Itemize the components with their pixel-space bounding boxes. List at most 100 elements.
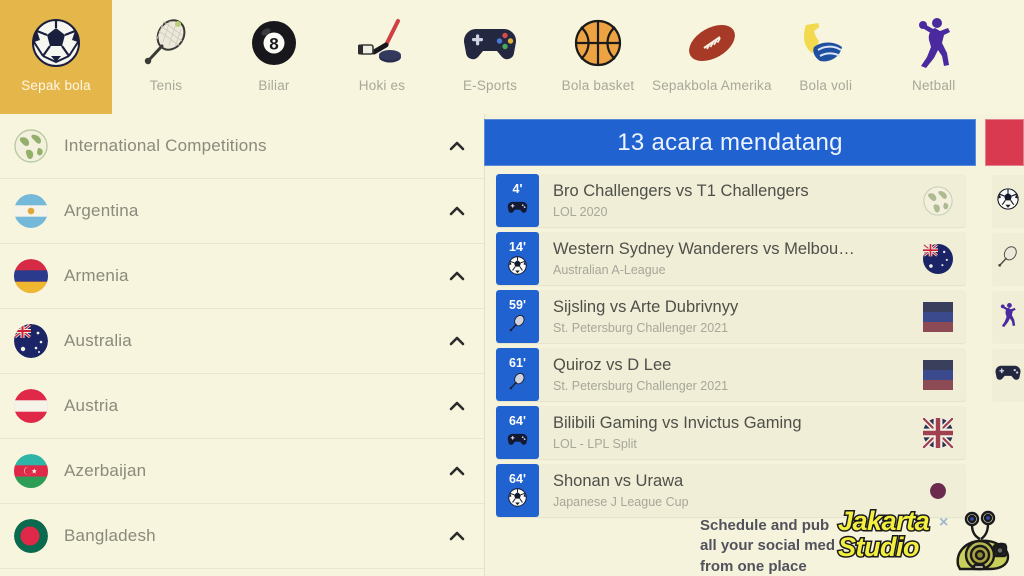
events-header: 13 acara mendatang xyxy=(484,119,976,166)
sidebar-item-label: Australia xyxy=(64,331,132,350)
rail-item-tennis[interactable] xyxy=(992,233,1024,286)
netball-player-icon xyxy=(902,14,966,72)
flag-argentina xyxy=(14,194,48,228)
event-title: Quiroz vs D Lee xyxy=(553,356,672,375)
rail-item-netball[interactable] xyxy=(992,291,1024,344)
sport-tab-label: Biliar xyxy=(258,78,290,93)
event-badge: 64' xyxy=(496,406,539,459)
flag-azerbaijan xyxy=(14,454,48,488)
sidebar-item-australia[interactable]: Australia xyxy=(0,309,484,374)
event-badge: 59' xyxy=(496,290,539,343)
american-football-icon xyxy=(680,14,744,72)
event-row[interactable]: 59' Sijsling vs Arte Dubrivnyy St. Peter… xyxy=(496,290,966,343)
sidebar-item-argentina[interactable]: Argentina xyxy=(0,179,484,244)
event-time: 4' xyxy=(512,182,523,197)
sport-tab-bola-voli[interactable]: Bola voli xyxy=(772,0,880,114)
chevron-up-icon[interactable] xyxy=(446,200,468,222)
event-time: 59' xyxy=(509,298,526,313)
chevron-up-icon[interactable] xyxy=(446,395,468,417)
rail-list xyxy=(992,175,1024,402)
chevron-up-icon[interactable] xyxy=(446,460,468,482)
chevron-up-icon[interactable] xyxy=(446,135,468,157)
sidebar-item-armenia[interactable]: Armenia xyxy=(0,244,484,309)
rail-item-soccer[interactable] xyxy=(992,175,1024,228)
gamepad-icon xyxy=(458,14,522,72)
watermark-text: Jakarta Studio xyxy=(836,506,931,562)
event-row[interactable]: 4' Bro Challengers vs T1 Challengers LOL… xyxy=(496,174,966,227)
event-title: Western Sydney Wanderers vs Melbou… xyxy=(553,240,855,259)
snail-mascot-icon xyxy=(950,509,1024,576)
basketball-icon xyxy=(566,14,630,72)
tennis-racket-icon xyxy=(134,14,198,72)
sport-tab-sepakbola-amerika[interactable]: Sepakbola Amerika xyxy=(652,0,772,114)
soccer-ball-icon xyxy=(997,188,1019,215)
event-info: Western Sydney Wanderers vs Melbou… Aust… xyxy=(539,232,910,285)
country-sidebar: International Competitions Argentina Arm… xyxy=(0,114,484,576)
event-badge: 61' xyxy=(496,348,539,401)
event-badge: 4' xyxy=(496,174,539,227)
sport-tab-esports[interactable]: E-Sports xyxy=(436,0,544,114)
tennis-racket-icon xyxy=(996,245,1020,274)
sidebar-item-label: Armenia xyxy=(64,266,129,285)
netball-player-icon xyxy=(997,302,1019,333)
sport-tab-label: Sepak bola xyxy=(21,78,91,93)
sidebar-item-austria[interactable]: Austria xyxy=(0,374,484,439)
rail-header xyxy=(985,119,1024,166)
event-info: Sijsling vs Arte Dubrivnyy St. Petersbur… xyxy=(539,290,910,343)
soccer-ball-icon xyxy=(24,14,88,72)
billiard-8ball-icon: 8 xyxy=(242,14,306,72)
gamepad-icon xyxy=(995,363,1021,388)
globe-icon xyxy=(910,174,966,227)
app-root: Sepak bola Tenis 8 Biliar Hoki es E-Spor… xyxy=(0,0,1024,576)
sport-tab-label: Tenis xyxy=(149,78,183,93)
watermark-line-2: Studio xyxy=(836,531,920,562)
flag-russia xyxy=(910,348,966,401)
chevron-up-icon[interactable] xyxy=(446,525,468,547)
sport-tab-label: Netball xyxy=(912,78,956,93)
event-league: St. Petersburg Challenger 2021 xyxy=(553,320,729,335)
sport-tab-netball[interactable]: Netball xyxy=(880,0,988,114)
sidebar-item-label: International Competitions xyxy=(64,136,267,155)
sidebar-item-label: Austria xyxy=(64,396,119,415)
flag-austria xyxy=(14,389,48,423)
sidebar-item-label: Azerbaijan xyxy=(64,461,147,480)
sport-tab-label: Bola basket xyxy=(561,78,635,93)
sport-tab-biliar[interactable]: 8 Biliar xyxy=(220,0,328,114)
sport-tab-sepak-bola[interactable]: Sepak bola xyxy=(0,0,112,114)
sport-tab-hoki-es[interactable]: Hoki es xyxy=(328,0,436,114)
rail-item-esports[interactable] xyxy=(992,349,1024,402)
chevron-up-icon[interactable] xyxy=(446,265,468,287)
soccer-ball-icon xyxy=(507,256,529,276)
close-icon[interactable]: × xyxy=(939,514,948,532)
globe-icon xyxy=(14,129,48,163)
event-badge: 14' xyxy=(496,232,539,285)
sidebar-item-azerbaijan[interactable]: Azerbaijan xyxy=(0,439,484,504)
watermark: × Jakarta Studio xyxy=(836,505,1024,576)
sidebar-item-bangladesh[interactable]: Bangladesh xyxy=(0,504,484,569)
event-league: LOL 2020 xyxy=(553,204,608,219)
gamepad-icon xyxy=(507,430,529,450)
volleyball-icon xyxy=(794,14,858,72)
event-info: Bro Challengers vs T1 Challengers LOL 20… xyxy=(539,174,910,227)
tennis-racket-icon xyxy=(507,372,529,392)
flag-australia xyxy=(910,232,966,285)
event-info: Quiroz vs D Lee St. Petersburg Challenge… xyxy=(539,348,910,401)
event-title: Bilibili Gaming vs Invictus Gaming xyxy=(553,414,802,433)
event-info: Bilibili Gaming vs Invictus Gaming LOL -… xyxy=(539,406,910,459)
event-row[interactable]: 61' Quiroz vs D Lee St. Petersburg Chall… xyxy=(496,348,966,401)
sport-tab-label: E-Sports xyxy=(462,78,518,93)
event-row[interactable]: 14' Western Sydney Wanderers vs Melbou… … xyxy=(496,232,966,285)
sport-tab-bola-basket[interactable]: Bola basket xyxy=(544,0,652,114)
event-league: St. Petersburg Challenger 2021 xyxy=(553,378,729,393)
event-time: 14' xyxy=(509,240,526,255)
event-time: 61' xyxy=(509,356,526,371)
sport-tab-label: Hoki es xyxy=(358,78,406,93)
sport-tab-label: Sepakbola Amerika xyxy=(652,78,772,93)
event-league: LOL - LPL Split xyxy=(553,436,637,451)
chevron-up-icon[interactable] xyxy=(446,330,468,352)
sidebar-item-international-competitions[interactable]: International Competitions xyxy=(0,114,484,179)
sport-tab-tenis[interactable]: Tenis xyxy=(112,0,220,114)
event-row[interactable]: 64' Bilibili Gaming vs Invictus Gaming L… xyxy=(496,406,966,459)
flag-russia xyxy=(910,290,966,343)
svg-text:8: 8 xyxy=(269,35,278,54)
